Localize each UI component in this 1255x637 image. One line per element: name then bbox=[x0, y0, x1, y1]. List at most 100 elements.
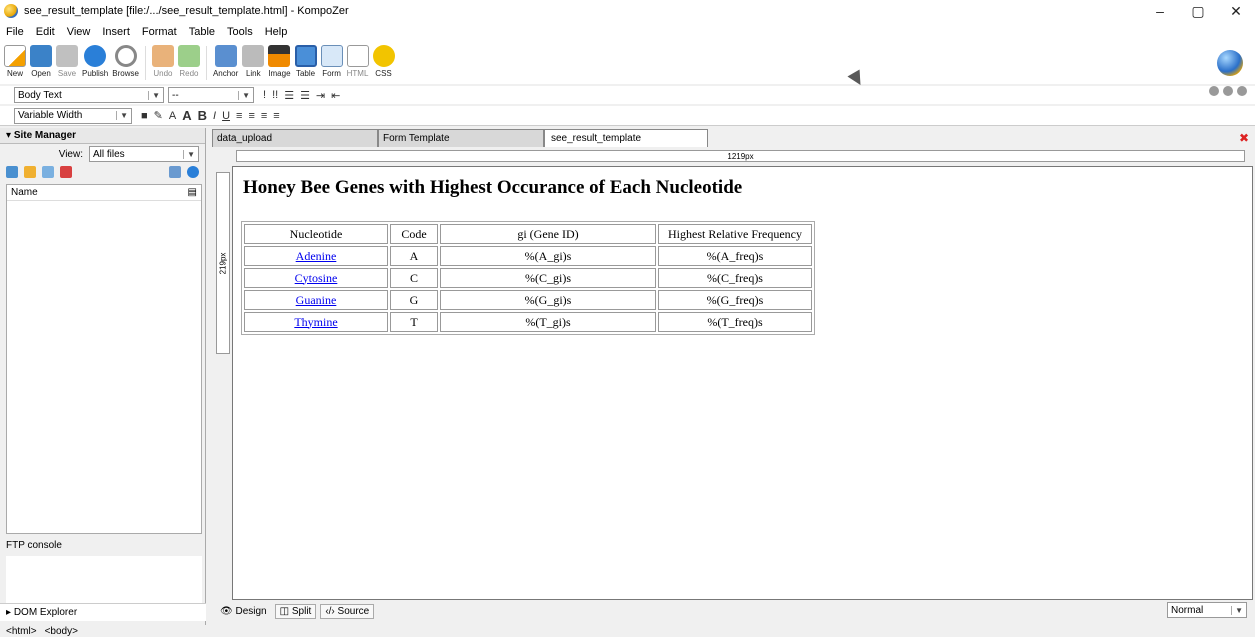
globe-icon[interactable] bbox=[187, 166, 199, 178]
menu-view[interactable]: View bbox=[67, 26, 91, 38]
form-button[interactable]: Form bbox=[320, 42, 343, 78]
magnifier-icon bbox=[114, 45, 137, 67]
name-column-header[interactable]: Name ▤ bbox=[7, 185, 201, 201]
site-file-list[interactable]: Name ▤ bbox=[6, 184, 202, 534]
publish-button[interactable]: Publish bbox=[82, 42, 108, 78]
menu-help[interactable]: Help bbox=[265, 26, 288, 38]
site-manager-header[interactable]: ▾ Site Manager bbox=[0, 128, 205, 144]
open-folder-icon bbox=[30, 45, 52, 67]
numbered-list-icon[interactable]: ☰ bbox=[284, 89, 294, 102]
toolbar-separator bbox=[144, 46, 146, 80]
tab-see-result-template[interactable]: see_result_template bbox=[544, 129, 708, 147]
html-button[interactable]: HTML bbox=[346, 42, 369, 78]
image-button[interactable]: Image bbox=[268, 42, 291, 78]
menu-table[interactable]: Table bbox=[189, 26, 215, 38]
table-row: Cytosine C %(C_gi)s %(C_freq)s bbox=[244, 268, 812, 288]
larger-font-icon[interactable]: A bbox=[182, 108, 191, 123]
nucleotide-table[interactable]: Nucleotide Code gi (Gene ID) Highest Rel… bbox=[241, 221, 815, 335]
undo-button[interactable]: Undo bbox=[151, 42, 174, 78]
new-button[interactable]: New bbox=[4, 42, 26, 78]
smaller-font-icon[interactable]: A bbox=[169, 110, 176, 122]
menu-format[interactable]: Format bbox=[142, 26, 177, 38]
source-view-tab[interactable]: ‹/› Source bbox=[320, 603, 375, 619]
bold-icon[interactable]: B bbox=[198, 108, 207, 123]
view-filter-select[interactable]: All files ▼ bbox=[89, 146, 199, 162]
open-button[interactable]: Open bbox=[30, 42, 52, 78]
column-picker-icon[interactable]: ▤ bbox=[188, 187, 197, 198]
chevron-down-icon: ▼ bbox=[183, 149, 195, 159]
css-button[interactable]: CSS bbox=[372, 42, 395, 78]
editor-canvas[interactable]: Honey Bee Genes with Highest Occurance o… bbox=[232, 166, 1253, 600]
table-row: Adenine A %(A_gi)s %(A_freq)s bbox=[244, 246, 812, 266]
underline-icon[interactable]: U bbox=[222, 110, 230, 122]
breadcrumb-body[interactable]: <body> bbox=[45, 626, 78, 637]
ftp-console[interactable] bbox=[6, 556, 202, 608]
publish-site-icon[interactable] bbox=[169, 166, 181, 178]
header-frequency[interactable]: Highest Relative Frequency bbox=[658, 224, 812, 244]
frequency-cell[interactable]: %(T_freq)s bbox=[658, 312, 812, 332]
strong-icon[interactable]: !! bbox=[272, 89, 278, 101]
breadcrumb-html[interactable]: <html> bbox=[6, 626, 37, 637]
table-button[interactable]: Table bbox=[294, 42, 317, 78]
bullet-list-icon[interactable]: ☰ bbox=[300, 89, 310, 102]
header-code[interactable]: Code bbox=[390, 224, 438, 244]
align-left-icon[interactable]: ≡ bbox=[236, 110, 242, 122]
edit-site-icon[interactable] bbox=[42, 166, 54, 178]
highlight-icon[interactable]: ✎ bbox=[154, 109, 163, 122]
frequency-cell[interactable]: %(A_freq)s bbox=[658, 246, 812, 266]
code-cell[interactable]: T bbox=[390, 312, 438, 332]
zoom-select[interactable]: Normal ▼ bbox=[1167, 602, 1247, 618]
tag-breadcrumb: <html> <body> bbox=[0, 625, 1255, 637]
gene-id-cell[interactable]: %(T_gi)s bbox=[440, 312, 656, 332]
menu-bar: File Edit View Insert Format Table Tools… bbox=[0, 22, 1255, 42]
tab-form-template[interactable]: Form Template bbox=[378, 129, 544, 147]
align-center-icon[interactable]: ≡ bbox=[248, 110, 254, 122]
link-button[interactable]: Link bbox=[242, 42, 265, 78]
save-button[interactable]: Save bbox=[56, 42, 78, 78]
italic-icon[interactable]: I bbox=[213, 110, 216, 122]
frequency-cell[interactable]: %(C_freq)s bbox=[658, 268, 812, 288]
menu-file[interactable]: File bbox=[6, 26, 24, 38]
cytosine-link[interactable]: Cytosine bbox=[295, 271, 338, 285]
code-cell[interactable]: A bbox=[390, 246, 438, 266]
justify-icon[interactable]: ≡ bbox=[273, 110, 279, 122]
gene-id-cell[interactable]: %(C_gi)s bbox=[440, 268, 656, 288]
anchor-button[interactable]: Anchor bbox=[213, 42, 238, 78]
new-site-icon[interactable] bbox=[24, 166, 36, 178]
thymine-link[interactable]: Thymine bbox=[294, 315, 337, 329]
code-cell[interactable]: G bbox=[390, 290, 438, 310]
frequency-cell[interactable]: %(G_freq)s bbox=[658, 290, 812, 310]
window-title: see_result_template [file:/.../see_resul… bbox=[24, 5, 349, 17]
menu-edit[interactable]: Edit bbox=[36, 26, 55, 38]
gene-id-cell[interactable]: %(G_gi)s bbox=[440, 290, 656, 310]
tab-data-upload[interactable]: data_upload bbox=[212, 129, 378, 147]
width-mode-select[interactable]: Variable Width ▼ bbox=[14, 107, 132, 124]
outdent-icon[interactable]: ⇤ bbox=[331, 89, 340, 102]
close-tab-icon[interactable]: ✖ bbox=[1239, 131, 1249, 145]
close-button[interactable]: ✕ bbox=[1217, 0, 1255, 22]
paragraph-style-select[interactable]: Body Text ▼ bbox=[14, 87, 164, 103]
delete-site-icon[interactable] bbox=[60, 166, 72, 178]
text-color-icon[interactable]: ■ bbox=[141, 110, 148, 122]
indent-icon[interactable]: ⇥ bbox=[316, 89, 325, 102]
emphasis-icon[interactable]: ! bbox=[263, 89, 266, 101]
maximize-button[interactable]: ▢ bbox=[1179, 0, 1217, 22]
font-select[interactable]: -- ▼ bbox=[168, 87, 254, 103]
menu-tools[interactable]: Tools bbox=[227, 26, 253, 38]
menu-insert[interactable]: Insert bbox=[102, 26, 130, 38]
gene-id-cell[interactable]: %(A_gi)s bbox=[440, 246, 656, 266]
adenine-link[interactable]: Adenine bbox=[296, 249, 337, 263]
header-gene-id[interactable]: gi (Gene ID) bbox=[440, 224, 656, 244]
refresh-icon[interactable] bbox=[6, 166, 18, 178]
browse-button[interactable]: Browse bbox=[112, 42, 139, 78]
align-right-icon[interactable]: ≡ bbox=[261, 110, 267, 122]
header-nucleotide[interactable]: Nucleotide bbox=[244, 224, 388, 244]
design-view-tab[interactable]: 👁 Design bbox=[216, 605, 271, 618]
guanine-link[interactable]: Guanine bbox=[296, 293, 337, 307]
minimize-button[interactable]: – bbox=[1141, 0, 1179, 22]
split-view-tab[interactable]: ◫ Split bbox=[274, 603, 317, 619]
redo-button[interactable]: Redo bbox=[177, 42, 200, 78]
dom-explorer-toggle[interactable]: ▸ DOM Explorer bbox=[0, 603, 206, 621]
new-document-icon bbox=[4, 45, 26, 67]
code-cell[interactable]: C bbox=[390, 268, 438, 288]
